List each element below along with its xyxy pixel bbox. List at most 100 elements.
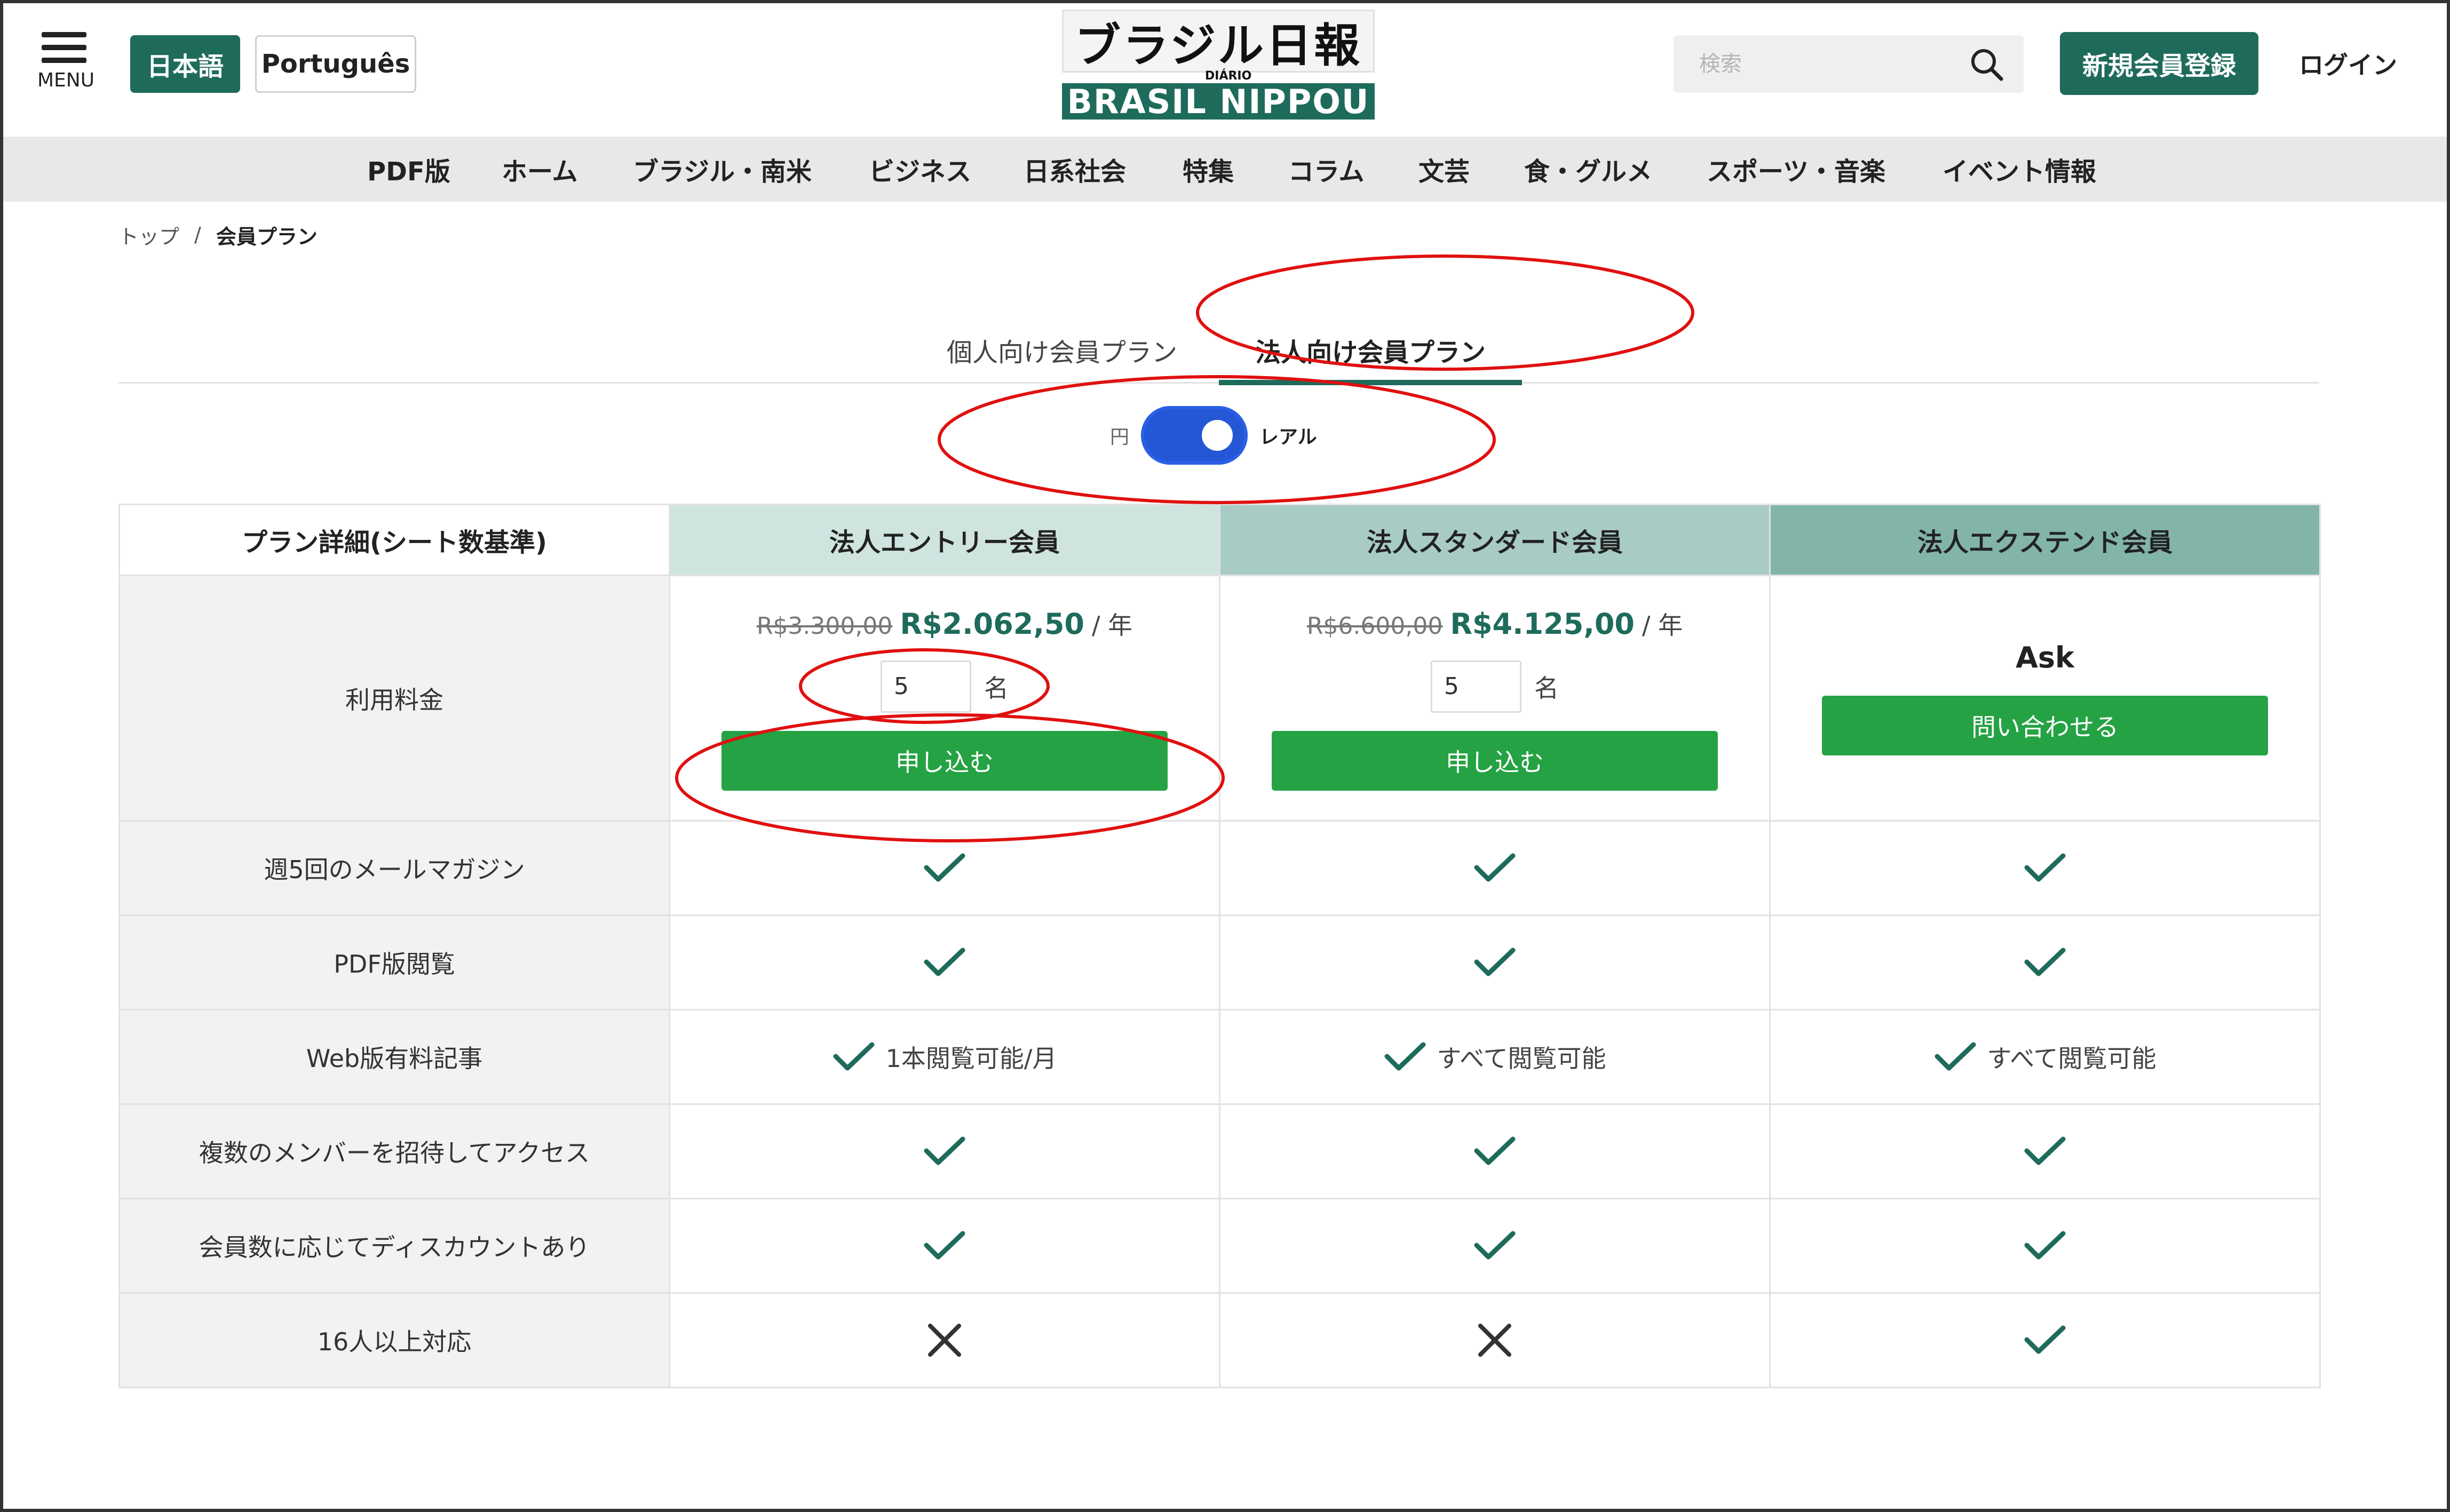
language-portuguese-button[interactable]: Português: [255, 35, 416, 93]
extend-feature-cell: [1769, 820, 2321, 916]
breadcrumb-top[interactable]: トップ: [118, 220, 179, 250]
entry-old-price: R$3.300,00: [756, 612, 893, 640]
entry-seats-input[interactable]: [881, 660, 971, 713]
check-icon: [1473, 1135, 1516, 1168]
feature-row: 会員数に応じてディスカウントあり: [118, 1198, 2321, 1294]
feature-label: Web版有料記事: [118, 1009, 670, 1105]
signup-button[interactable]: 新規会員登録: [2060, 32, 2258, 95]
hamburger-menu-icon: [42, 32, 86, 37]
cross-icon: [1477, 1323, 1512, 1358]
nav-item-events[interactable]: イベント情報: [1942, 137, 2096, 202]
currency-real-label: レアル: [1259, 426, 1317, 448]
breadcrumb: トップ / 会員プラン: [118, 220, 318, 250]
standard-feature-cell: [1219, 820, 1771, 916]
header-extend-plan: 法人エクステンド会員: [1769, 504, 2321, 576]
breadcrumb-separator: /: [194, 223, 201, 246]
logo-diario: DIÁRIO: [1205, 69, 1252, 83]
standard-seats-unit: 名: [1534, 673, 1559, 703]
nav-item-business[interactable]: ビジネス: [869, 137, 971, 202]
check-icon: [2024, 1324, 2066, 1357]
check-icon: [2024, 1229, 2066, 1262]
feature-note: すべて閲覧可能: [1437, 1044, 1606, 1073]
entry-price-unit: / 年: [1092, 610, 1133, 640]
site-logo[interactable]: ブラジル日報 DIÁRIO BRASIL NIPPOU: [1062, 10, 1375, 121]
cross-icon: [927, 1323, 962, 1358]
entry-feature-cell: [669, 1198, 1220, 1294]
feature-label: 週5回のメールマガジン: [118, 820, 670, 916]
standard-price-unit: / 年: [1642, 610, 1683, 640]
entry-feature-cell: [669, 820, 1220, 916]
extend-feature-cell: [1769, 1103, 2321, 1199]
nav-item-food-gourmet[interactable]: 食・グルメ: [1524, 137, 1652, 202]
feature-label: 16人以上対応: [118, 1292, 670, 1388]
check-icon: [832, 1040, 875, 1073]
nav-item-column[interactable]: コラム: [1288, 137, 1365, 202]
extend-feature-cell: [1769, 1292, 2321, 1388]
feature-row: PDF版閲覧: [118, 914, 2321, 1010]
nav-item-home[interactable]: ホーム: [502, 137, 578, 202]
currency-toggle-group: 円 レアル: [1110, 403, 1317, 467]
check-icon: [1934, 1040, 1977, 1073]
check-icon: [923, 1229, 966, 1262]
extend-feature-cell: すべて閲覧可能: [1769, 1009, 2321, 1105]
nav-item-sports-music[interactable]: スポーツ・音楽: [1707, 137, 1885, 202]
feature-label: 会員数に応じてディスカウントあり: [118, 1198, 670, 1294]
feature-row: 複数のメンバーを招待してアクセス: [118, 1103, 2321, 1199]
extend-price-cell: Ask 問い合わせる: [1769, 575, 2321, 822]
menu-label: MENU: [37, 69, 95, 91]
extend-feature-cell: [1769, 914, 2321, 1010]
feature-row: 週5回のメールマガジン: [118, 820, 2321, 916]
check-icon: [2024, 946, 2066, 979]
extend-ask-label: Ask: [2016, 641, 2074, 674]
check-icon: [1473, 1229, 1516, 1262]
logo-english: BRASIL NIPPOU: [1062, 82, 1375, 121]
extend-contact-button[interactable]: 問い合わせる: [1822, 696, 2268, 755]
entry-feature-cell: [669, 1292, 1220, 1388]
menu-button[interactable]: MENU: [37, 32, 96, 96]
feature-label: 複数のメンバーを招待してアクセス: [118, 1103, 670, 1199]
currency-yen-label: 円: [1110, 426, 1130, 448]
header-standard-plan: 法人スタンダード会員: [1219, 504, 1771, 576]
feature-note: 1本閲覧可能/月: [885, 1044, 1057, 1073]
standard-feature-cell: [1219, 914, 1771, 1010]
feature-row: Web版有料記事 1本閲覧可能/月 すべて閲覧可能 すべて閲覧可能: [118, 1009, 2321, 1105]
currency-toggle-switch[interactable]: [1141, 406, 1248, 465]
active-tab-indicator: [1219, 380, 1522, 385]
entry-feature-cell: [669, 1103, 1220, 1199]
nav-item-nikkei-society[interactable]: 日系社会: [1024, 137, 1126, 202]
nav-item-brazil-south-america[interactable]: ブラジル・南米: [633, 137, 812, 202]
main-nav: PDF版 ホーム ブラジル・南米 ビジネス 日系社会 特集 コラム 文芸 食・グ…: [3, 137, 2447, 202]
check-icon: [2024, 852, 2066, 885]
nav-item-pdf[interactable]: PDF版: [367, 137, 450, 202]
standard-apply-button[interactable]: 申し込む: [1272, 730, 1718, 791]
login-link[interactable]: ログイン: [2295, 45, 2401, 82]
standard-feature-cell: [1219, 1292, 1771, 1388]
standard-price-cell: R$6.600,00 R$4.125,00 / 年 名 申し込む: [1219, 575, 1771, 822]
nav-item-literature[interactable]: 文芸: [1418, 137, 1470, 202]
logo-japanese: ブラジル日報: [1062, 10, 1375, 73]
check-icon: [1384, 1040, 1426, 1073]
entry-seats-unit: 名: [984, 673, 1009, 703]
check-icon: [923, 946, 966, 979]
nav-item-features[interactable]: 特集: [1183, 137, 1234, 202]
check-icon: [923, 1135, 966, 1168]
extend-feature-cell: [1769, 1198, 2321, 1294]
price-row-label: 利用料金: [118, 575, 670, 822]
header-plan-details: プラン詳細(シート数基準): [118, 504, 670, 576]
plan-comparison-table: プラン詳細(シート数基準) 法人エントリー会員 法人スタンダード会員 法人エクス…: [118, 504, 2321, 1388]
tab-corporate-plan[interactable]: 法人向け会員プラン: [1219, 320, 1522, 380]
standard-price: R$4.125,00: [1450, 607, 1635, 641]
standard-old-price: R$6.600,00: [1306, 612, 1443, 640]
tab-personal-plan[interactable]: 個人向け会員プラン: [929, 320, 1195, 380]
search-icon[interactable]: [1969, 47, 2004, 82]
standard-seats-input[interactable]: [1431, 660, 1521, 713]
breadcrumb-current: 会員プラン: [216, 225, 318, 249]
feature-note: すべて閲覧可能: [1987, 1044, 2156, 1073]
feature-label: PDF版閲覧: [118, 914, 670, 1010]
entry-apply-button[interactable]: 申し込む: [721, 730, 1168, 791]
entry-feature-cell: 1本閲覧可能/月: [669, 1009, 1220, 1105]
search-input[interactable]: [1699, 35, 1966, 93]
search-box: [1674, 35, 2024, 93]
standard-feature-cell: すべて閲覧可能: [1219, 1009, 1771, 1105]
language-japanese-button[interactable]: 日本語: [130, 35, 240, 93]
